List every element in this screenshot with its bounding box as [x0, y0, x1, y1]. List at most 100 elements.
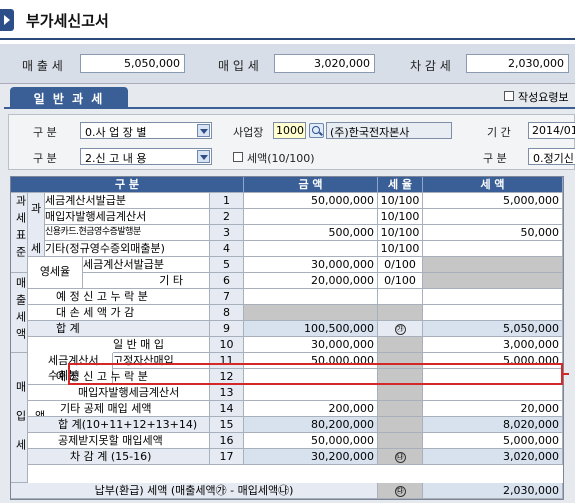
row-amount[interactable] [244, 385, 378, 401]
row-rate-mark: ㉮ [394, 323, 406, 335]
purchase-tax-value: 3,020,000 [274, 54, 375, 73]
row-rate [378, 401, 423, 417]
row-tax[interactable] [423, 209, 563, 225]
tax-amount-label: 세액(10/100) [247, 152, 315, 165]
row-number: 8 [210, 305, 244, 321]
row-amount[interactable]: 200,000 [244, 401, 378, 417]
row-amount[interactable] [244, 241, 378, 257]
row-tax[interactable] [423, 385, 563, 401]
row-number: 15 [210, 417, 244, 433]
row-label: 일 반 매 입 [113, 337, 210, 353]
row-amount[interactable]: 500,000 [244, 225, 378, 241]
table-row: 세금계산서발급분 5 30,000,000 0/100 [11, 257, 563, 273]
row-label: 공제받지못할 매입세액 [28, 433, 210, 449]
row-amount[interactable] [244, 209, 378, 225]
row-rate [378, 305, 423, 321]
row-amount[interactable] [244, 289, 378, 305]
row-amount[interactable]: 30,000,000 [244, 257, 378, 273]
diff-tax-label: 차 감 세 [410, 59, 451, 73]
row-amount[interactable]: 20,000,000 [244, 273, 378, 289]
search-icon[interactable] [309, 123, 324, 138]
division-select[interactable]: 0.사 업 장 별 [80, 122, 212, 139]
row-number: 13 [210, 385, 244, 401]
row-amount[interactable]: 50,000,000 [244, 193, 378, 209]
row-tax[interactable]: 5,000,000 [423, 433, 563, 449]
row-rate [378, 385, 423, 401]
tab-general-tax[interactable]: 일 반 과 세 [10, 87, 128, 107]
purchase-tax-label: 매 입 세 [218, 59, 259, 73]
row-amount [244, 305, 378, 321]
row-label: 합 계 [28, 321, 210, 337]
row-tax[interactable] [423, 289, 563, 305]
row-tax[interactable]: 20,000 [423, 401, 563, 417]
row-rate [378, 417, 423, 433]
table-row: 기타(정규영수증외매출분) 4 10/100 [11, 241, 563, 257]
row-tax [423, 273, 563, 289]
filter-panel: 구 분 0.사 업 장 별 사업장 1000 (주)한국전자본사 기 간 201… [8, 114, 575, 170]
table-row: 공제받지못할 매입세액 16 50,000,000 5,000,000 [11, 433, 563, 449]
header-tax: 세 액 [423, 177, 563, 193]
row-rate [378, 433, 423, 449]
row-amount[interactable]: 50,000,000 [244, 433, 378, 449]
row-amount[interactable]: 30,000,000 [244, 337, 378, 353]
table-row: 합 계(10+11+12+13+14) 15 80,200,000 8,020,000 [11, 417, 563, 433]
row-rate: ㉮ [378, 321, 423, 337]
auto-calc-checkbox[interactable] [504, 91, 514, 101]
row-tax[interactable]: 50,000 [423, 225, 563, 241]
site-code-input[interactable]: 1000 [273, 122, 306, 139]
row-label: 대 손 세 액 가 감 [28, 305, 210, 321]
row-number: 4 [210, 241, 244, 257]
row-amount: 100,500,000 [244, 321, 378, 337]
table-row: 예 정 신 고 누 락 분7 [11, 289, 563, 305]
row-label: 합 계(10+11+12+13+14) [28, 417, 210, 433]
row-label: 기타 공제 매입 세액 [28, 401, 210, 417]
sales-tax-value: 5,050,000 [80, 54, 185, 73]
payable-rate-mark: ㉰ [394, 485, 406, 497]
report-type-select[interactable]: 2.신 고 내 용 [80, 148, 212, 165]
row-amount: 30,200,000 [244, 449, 378, 465]
filing-type-value: 0.정기신 [533, 152, 574, 165]
highlight-box [68, 363, 563, 385]
row-label: 세금계산서발급분 [45, 193, 210, 209]
payable-rate: ㉰ [378, 483, 423, 499]
row-amount: 80,200,000 [244, 417, 378, 433]
row-number: 9 [210, 321, 244, 337]
row-tax[interactable]: 5,000,000 [423, 193, 563, 209]
table-row: 매입자발행세금계산서 2 10/100 [11, 209, 563, 225]
row-tax: 5,050,000 [423, 321, 563, 337]
row-rate: 10/100 [378, 193, 423, 209]
division2-label: 구 분 [33, 152, 57, 165]
table-row: 기 타 6 20,000,000 0/100 [11, 273, 563, 289]
window-title: 부가세신고서 [26, 12, 109, 30]
tax-amount-checkbox[interactable] [233, 152, 243, 162]
chevron-down-icon[interactable] [197, 124, 210, 137]
auto-calc-label: 작성요령보 [518, 91, 569, 104]
row-tax[interactable] [423, 305, 563, 321]
filing-type-select[interactable]: 0.정기신 [528, 148, 575, 165]
period-input[interactable]: 2014/01 [528, 122, 575, 139]
row-number: 10 [210, 337, 244, 353]
row-rate: 0/100 [378, 273, 423, 289]
chevron-down-icon[interactable] [197, 150, 210, 163]
table-row: 기타 공제 매입 세액 14 200,000 20,000 [11, 401, 563, 417]
row-tax: 3,020,000 [423, 449, 563, 465]
row-tax[interactable]: 3,000,000 [423, 337, 563, 353]
period-label: 기 간 [487, 126, 511, 139]
row-rate: 10/100 [378, 225, 423, 241]
summary-bar: 매 출 세 5,050,000 매 입 세 3,020,000 차 감 세 2,… [0, 44, 575, 84]
row-tax [423, 257, 563, 273]
row-number: 6 [210, 273, 244, 289]
payable-tax: 2,030,000 [423, 483, 563, 499]
grid-header-row: 구 분 금 액 세 율 세 액 [11, 177, 563, 193]
division-label: 구 분 [33, 126, 57, 139]
row-tax[interactable] [423, 241, 563, 257]
division3-label: 구 분 [483, 152, 507, 165]
row-label: 세금계산서발급분 [83, 257, 210, 273]
header-division: 구 분 [11, 177, 244, 193]
row-tax: 8,020,000 [423, 417, 563, 433]
row-rate: ㉯ [378, 449, 423, 465]
row-label: 매입자발행세금계산서 [45, 209, 210, 225]
site-name-field: (주)한국전자본사 [326, 122, 452, 139]
table-row: 합 계 9 100,500,000 ㉮ 5,050,000 [11, 321, 563, 337]
row-number: 5 [210, 257, 244, 273]
